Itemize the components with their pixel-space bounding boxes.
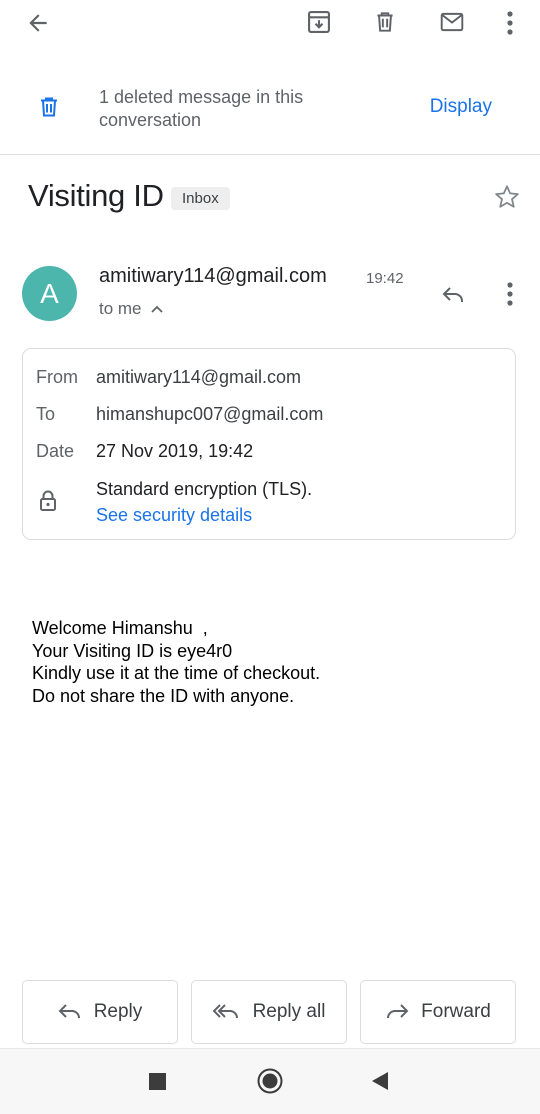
delete-trash-icon[interactable] [366,3,404,41]
archive-icon[interactable] [300,3,338,41]
system-navigation-bar [0,1048,540,1114]
forward-label: Forward [421,1001,491,1022]
reply-arrow-icon[interactable] [436,278,470,310]
to-label: To [36,404,56,424]
date-label: Date [36,441,75,461]
date-value: 27 Nov 2019, 19:42 [96,441,254,461]
star-icon[interactable] [491,181,523,213]
email-subject: Visiting ID [28,178,164,213]
reply-all-label: Reply all [252,1001,326,1022]
mark-unread-mail-icon[interactable] [432,3,472,41]
sender-avatar[interactable]: A [22,266,77,321]
from-value: amitiwary114@gmail.com [96,367,301,387]
encryption-text: Standard encryption (TLS). [96,479,313,499]
chevron-up-icon [150,304,164,314]
display-button[interactable]: Display [430,96,492,118]
back-arrow-icon[interactable] [20,5,56,41]
trash-icon [34,90,64,124]
body-line: Welcome Himanshu , [32,618,208,638]
home-circle-icon[interactable] [255,1066,285,1096]
recipients-toggle[interactable]: to me [99,299,164,319]
recents-square-icon[interactable] [145,1069,169,1093]
message-body: Welcome Himanshu , Your Visiting ID is e… [32,617,320,707]
reply-all-button[interactable]: Reply all [191,980,347,1044]
sender-email: amitiwary114@gmail.com [99,265,327,287]
inbox-label-chip[interactable]: Inbox [171,187,230,210]
message-more-icon[interactable] [494,278,526,310]
body-line: Kindly use it at the time of checkout. [32,663,321,683]
body-line: Your Visiting ID is eye4r0 [32,640,233,661]
more-options-icon[interactable] [494,5,526,41]
deleted-message-text: 1 deleted message in this conversation [99,87,304,130]
to-value: himanshupc007@gmail.com [96,404,324,424]
forward-icon [385,1002,409,1022]
forward-button[interactable]: Forward [360,980,516,1044]
message-details-card: From amitiwary114@gmail.com To himanshup… [22,348,516,540]
lock-icon [38,489,58,513]
top-toolbar [0,0,540,52]
deleted-message-banner: 1 deleted message in this conversation D… [0,70,540,155]
from-label: From [36,367,78,387]
message-time: 19:42 [366,270,404,287]
reply-label: Reply [93,1001,143,1022]
security-details-link[interactable]: See security details [96,505,252,526]
body-line: Do not share the ID with anyone. [32,685,295,706]
reply-all-icon [212,1002,241,1022]
reply-icon [58,1002,82,1022]
back-triangle-icon[interactable] [368,1069,392,1093]
to-me-label: to me [99,299,142,318]
reply-button[interactable]: Reply [22,980,178,1044]
